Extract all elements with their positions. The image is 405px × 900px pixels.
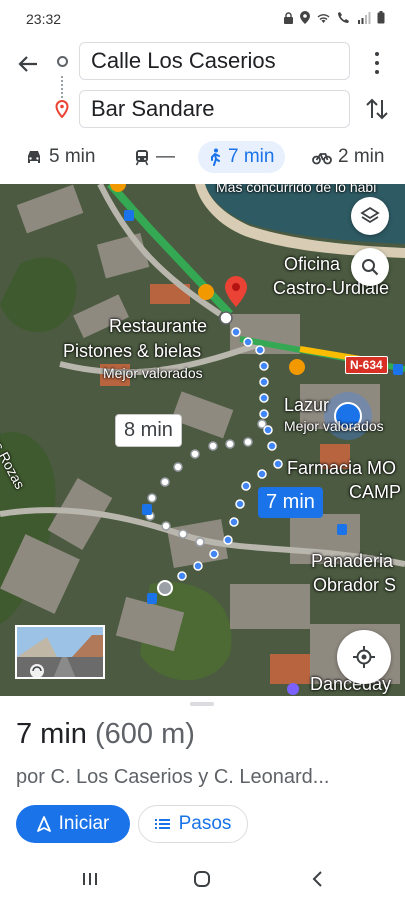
lock-icon xyxy=(283,11,294,27)
start-label: Iniciar xyxy=(58,813,110,834)
bike-icon xyxy=(312,152,332,164)
destination-pin-icon xyxy=(55,99,69,119)
trip-via: por C. Los Caserios y C. Leonard... xyxy=(16,766,330,788)
walk-icon xyxy=(211,148,220,166)
home-button[interactable] xyxy=(190,868,214,890)
search-icon xyxy=(362,259,379,276)
crosshair-icon xyxy=(353,646,375,668)
call-icon xyxy=(337,11,351,27)
start-button[interactable]: Iniciar xyxy=(16,805,130,843)
system-back-button[interactable] xyxy=(305,868,329,890)
my-location-button[interactable] xyxy=(337,630,391,684)
map-label-lazur: Lazur xyxy=(284,395,330,415)
origin-circle-icon xyxy=(57,56,68,67)
steps-label: Pasos xyxy=(178,813,232,834)
route-details-sheet: 7 min (600 m) por C. Los Caserios y C. L… xyxy=(0,696,405,858)
system-nav-bar xyxy=(0,858,405,900)
swap-route-button[interactable] xyxy=(365,96,389,122)
route-header: Calle Los Caserios Bar Sandare 5 min — 7… xyxy=(0,38,405,184)
chevron-left-icon xyxy=(312,871,322,887)
more-options-button[interactable] xyxy=(367,50,387,76)
status-bar: 23:32 xyxy=(0,0,405,38)
arrow-back-icon xyxy=(18,56,37,72)
list-icon xyxy=(154,819,170,829)
destination-field[interactable]: Bar Sandare xyxy=(79,90,350,128)
home-icon xyxy=(194,871,210,887)
trip-summary: 7 min (600 m) xyxy=(16,718,195,751)
map-label-top: Mas concurrido de lo habi xyxy=(216,184,377,195)
map-label-camp: CAMP xyxy=(349,482,402,502)
mode-walk-label: 7 min xyxy=(228,146,275,167)
main-route-time[interactable]: 7 min xyxy=(258,487,323,518)
mode-drive-label: 5 min xyxy=(49,146,96,167)
status-icons xyxy=(283,11,385,27)
mode-bike[interactable]: 2 min xyxy=(312,141,384,173)
signal-icon xyxy=(357,11,371,27)
battery-icon xyxy=(377,11,385,27)
back-button[interactable] xyxy=(14,50,42,78)
mode-transit-label: — xyxy=(156,146,175,167)
map-label-pistones: Pistones & bielas xyxy=(63,341,202,361)
alt-route-time[interactable]: 8 min xyxy=(115,414,182,447)
navigation-arrow-icon xyxy=(36,816,51,832)
origin-field[interactable]: Calle Los Caserios xyxy=(79,42,350,80)
transit-icon xyxy=(135,149,149,165)
map-label-mejor-valorados-2: Mejor valorados xyxy=(284,418,384,434)
recents-icon xyxy=(83,873,97,885)
sheet-drag-handle[interactable] xyxy=(190,702,214,706)
steps-button[interactable]: Pasos xyxy=(138,805,248,843)
map-label-mejor-valorados: Mejor valorados xyxy=(103,365,203,381)
mode-bike-label: 2 min xyxy=(338,146,385,167)
mode-drive[interactable]: 5 min xyxy=(25,141,95,173)
layers-icon xyxy=(360,206,380,224)
more-vert-icon xyxy=(375,52,379,57)
route-connector xyxy=(61,76,64,98)
map-label-farmacia: Farmacia MO xyxy=(287,458,397,478)
status-time: 23:32 xyxy=(26,11,62,27)
map-label-oficina: Oficina xyxy=(284,254,341,274)
layers-button[interactable] xyxy=(351,197,389,235)
car-icon xyxy=(28,151,40,163)
satellite-imagery xyxy=(0,184,405,696)
travel-modes: 5 min — 7 min 2 min xyxy=(0,138,405,176)
trip-distance: (600 m) xyxy=(94,718,195,750)
swap-vert-icon xyxy=(366,98,388,120)
mode-walk[interactable]: 7 min xyxy=(198,141,286,173)
map-label-obrador: Obrador S xyxy=(313,575,397,595)
road-shield: N-634 xyxy=(345,356,388,374)
wifi-icon xyxy=(316,12,331,27)
street-view-thumbnail[interactable] xyxy=(15,625,105,679)
map-label-restaurante: Restaurante xyxy=(109,316,208,336)
trip-duration: 7 min xyxy=(16,718,87,750)
map-label-panaderia: Panaderia xyxy=(311,551,394,571)
location-icon xyxy=(300,11,310,27)
mode-transit[interactable]: — xyxy=(134,141,175,173)
map-view[interactable]: Mas concurrido de lo habi Oficina Castro… xyxy=(0,184,405,696)
recents-button[interactable] xyxy=(78,868,102,890)
search-along-route-button[interactable] xyxy=(351,248,389,286)
